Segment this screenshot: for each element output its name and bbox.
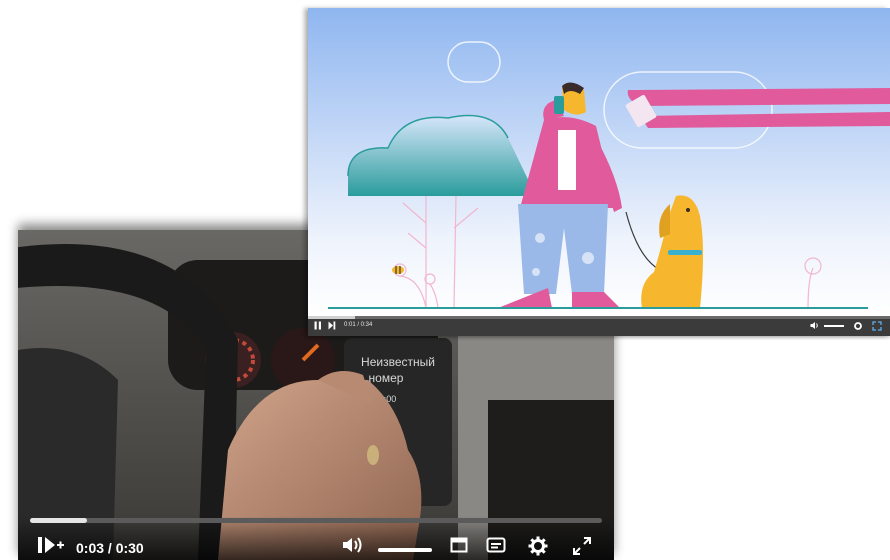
pause-icon — [314, 321, 321, 330]
phone-caller-line1: Неизвестный — [361, 355, 435, 369]
volume-button[interactable] — [810, 321, 820, 332]
volume-slider[interactable] — [824, 325, 844, 327]
fullscreen-icon — [573, 537, 591, 555]
player-controls-bar: 0:01 / 0:34 — [308, 316, 890, 336]
play-pause-icon — [38, 537, 64, 553]
play-pause-button[interactable] — [36, 536, 66, 554]
fullscreen-icon — [872, 321, 882, 331]
progress-bar[interactable] — [30, 518, 602, 523]
settings-button[interactable] — [528, 536, 548, 556]
volume-icon — [343, 537, 362, 553]
settings-button[interactable] — [853, 321, 863, 333]
video-frame-cartoon[interactable] — [308, 8, 890, 316]
fullscreen-button[interactable] — [572, 536, 592, 556]
miniplayer-button[interactable] — [450, 536, 468, 554]
foreground-video-player[interactable]: 0:01 / 0:34 — [308, 8, 890, 336]
volume-icon — [810, 322, 818, 329]
time-display: 0:01 / 0:34 — [344, 322, 373, 328]
progress-bar-played — [30, 518, 88, 523]
skip-next-icon — [328, 321, 336, 330]
time-display: 0:03 / 0:30 — [76, 540, 144, 556]
gear-icon — [528, 536, 548, 556]
play-pause-button[interactable] — [314, 321, 322, 332]
gear-icon — [854, 322, 862, 330]
progress-bar[interactable] — [308, 316, 890, 319]
subtitles-icon — [486, 537, 506, 553]
subtitles-button[interactable] — [486, 536, 506, 554]
progress-bar-played — [308, 316, 355, 319]
phone-caller-line2: номер — [369, 371, 404, 385]
fullscreen-button[interactable] — [872, 321, 882, 333]
miniplayer-icon — [450, 537, 468, 553]
next-button[interactable] — [328, 321, 336, 332]
volume-slider[interactable] — [378, 548, 432, 552]
volume-button[interactable] — [342, 536, 364, 554]
